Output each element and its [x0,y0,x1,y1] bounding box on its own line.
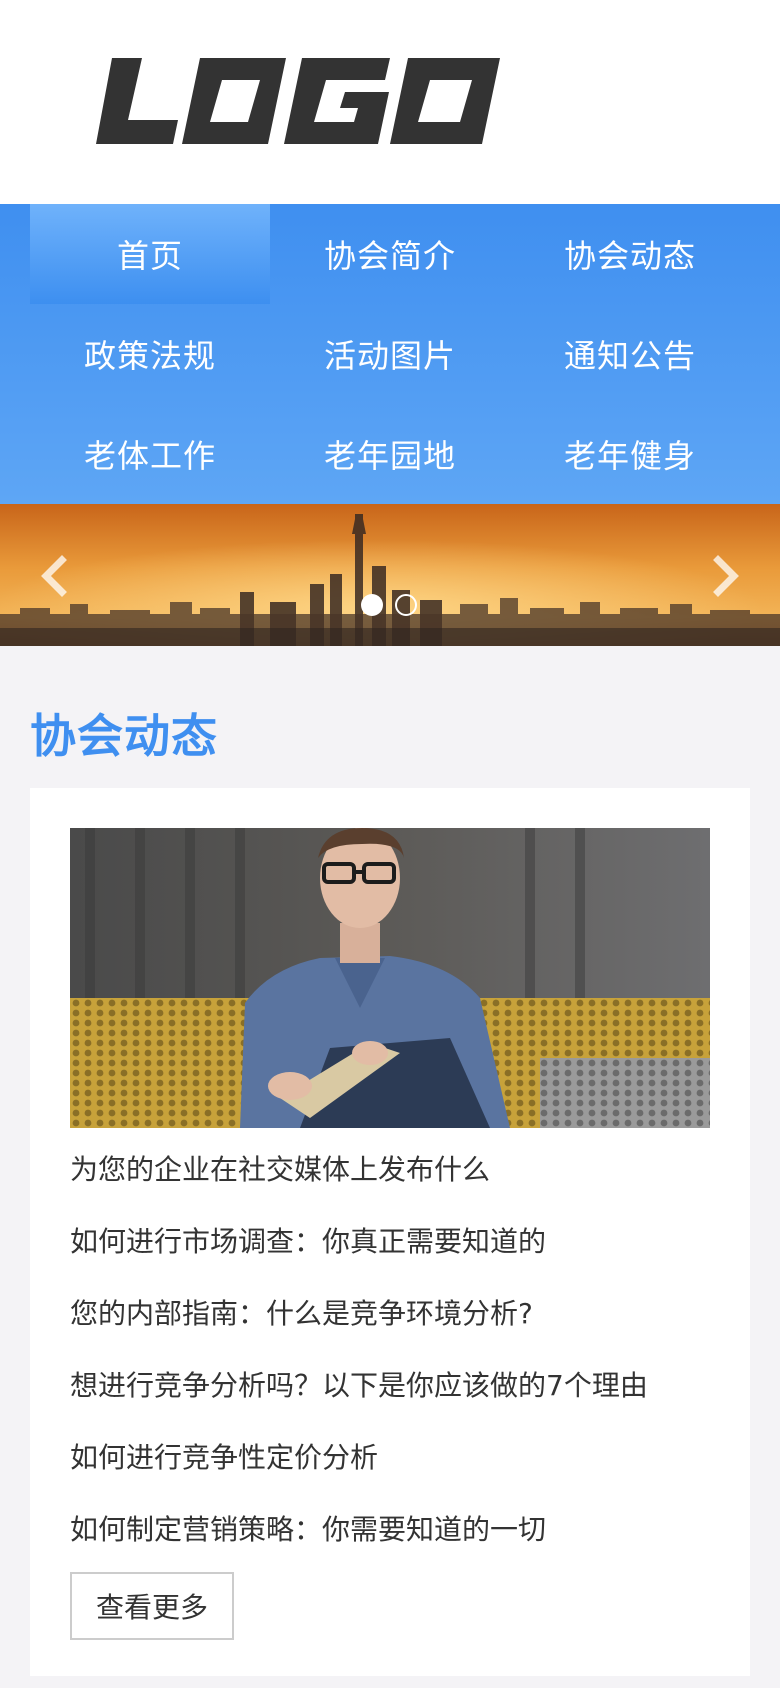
list-item[interactable]: 如何进行市场调查：你真正需要知道的 [70,1216,710,1288]
list-item[interactable]: 想进行竞争分析吗？以下是你应该做的7个理由 [70,1360,710,1432]
nav-item-photos[interactable]: 活动图片 [270,304,510,404]
nav-item-about[interactable]: 协会简介 [270,204,510,304]
list-item[interactable]: 如何进行竞争性定价分析 [70,1432,710,1504]
carousel-dot[interactable] [395,594,417,616]
carousel-dot-active[interactable] [361,594,383,616]
chevron-left-icon[interactable] [36,554,76,598]
nav-item-elderly-sports[interactable]: 老体工作 [30,404,270,504]
logo[interactable] [96,58,500,148]
nav-item-notices[interactable]: 通知公告 [510,304,750,404]
header [0,0,780,204]
main-nav: 首页 协会简介 协会动态 政策法规 活动图片 通知公告 老体工作 老年园地 老年… [0,204,780,504]
news-card: 为您的企业在社交媒体上发布什么 如何进行市场调查：你真正需要知道的 您的内部指南… [30,788,750,1676]
nav-item-home[interactable]: 首页 [30,204,270,304]
list-item[interactable]: 为您的企业在社交媒体上发布什么 [70,1144,710,1216]
section-title: 协会动态 [30,709,218,763]
list-item[interactable]: 如何制定营销策略：你需要知道的一切 [70,1504,710,1576]
news-image[interactable] [70,828,710,1128]
carousel-indicators [360,594,420,618]
nav-item-elderly-garden[interactable]: 老年园地 [270,404,510,504]
view-more-button[interactable]: 查看更多 [70,1572,234,1640]
banner-image [0,504,780,646]
banner-carousel[interactable] [0,504,780,646]
chevron-right-icon[interactable] [704,554,744,598]
nav-item-elderly-fitness[interactable]: 老年健身 [510,404,750,504]
news-list: 为您的企业在社交媒体上发布什么 如何进行市场调查：你真正需要知道的 您的内部指南… [70,1144,710,1576]
nav-item-news[interactable]: 协会动态 [510,204,750,304]
nav-item-policy[interactable]: 政策法规 [30,304,270,404]
list-item[interactable]: 您的内部指南：什么是竞争环境分析? [70,1288,710,1360]
